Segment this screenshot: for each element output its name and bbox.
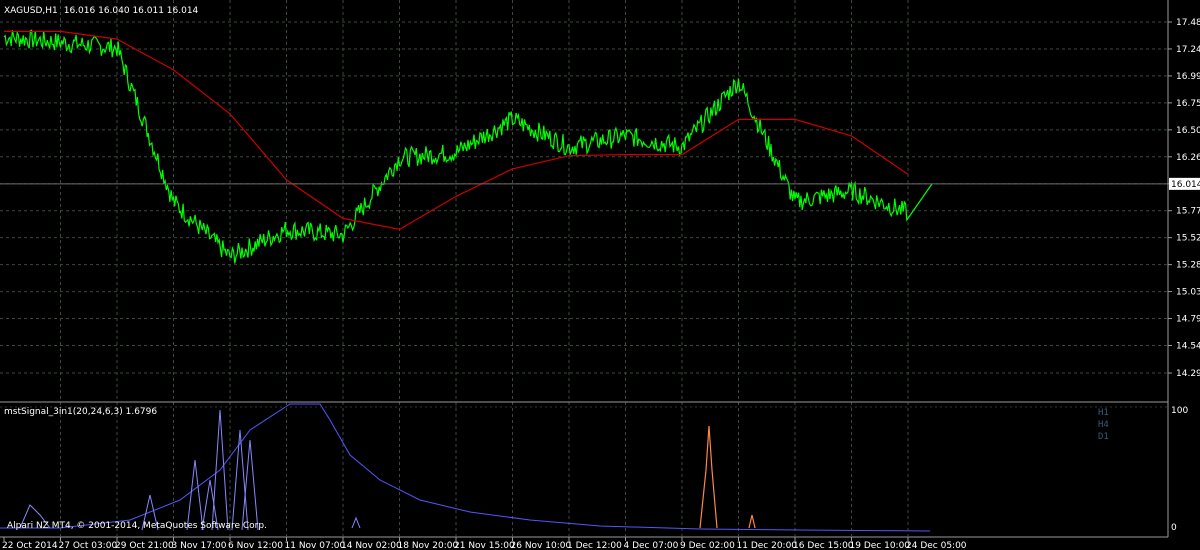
time-tick-label: 21 Nov 15:00 [454, 541, 515, 550]
time-tick-label: 14 Nov 02:00 [341, 541, 402, 550]
timeframe-h4: H4 [1098, 420, 1109, 430]
time-tick-label: 26 Nov 10:00 [511, 541, 572, 550]
time-tick-label: 24 Dec 05:00 [906, 541, 967, 550]
price-tick-label: 16.750 [1176, 99, 1200, 109]
time-tick-label: 3 Nov 17:00 [172, 541, 227, 550]
indicator-axis-top: 100 [1171, 406, 1188, 416]
price-tick-label: 16.505 [1176, 126, 1200, 136]
timeframe-h1: H1 [1098, 408, 1109, 418]
time-tick-label: 18 Nov 20:00 [398, 541, 459, 550]
timeframe-d1: D1 [1098, 432, 1109, 442]
symbol-title: XAGUSD,H1 16.016 16.040 16.011 16.014 [4, 6, 199, 16]
time-tick-label: 27 Oct 03:00 [59, 541, 118, 550]
chart-window[interactable]: 17.485 17.240 16.995 16.750 16.505 16.260 16.0… [0, 0, 1200, 550]
indicator-title: mstSignal_3in1(20,24,6,3) 1.6796 [4, 407, 157, 417]
time-tick-label: 16 Dec 15:00 [793, 541, 854, 550]
time-tick-label: 4 Dec 07:00 [624, 541, 679, 550]
time-tick-label: 9 Dec 02:00 [680, 541, 735, 550]
price-tick-label: 15.525 [1176, 234, 1200, 244]
price-tick-label: 15.280 [1176, 261, 1200, 271]
time-tick-label: 29 Oct 21:00 [115, 541, 174, 550]
indicator-axis-bottom: 0 [1171, 523, 1177, 533]
price-tick-label: 15.770 [1176, 207, 1200, 217]
time-tick-label: 11 Nov 07:00 [285, 541, 346, 550]
price-tick-label: 17.240 [1176, 45, 1200, 55]
copyright-text: Alpari NZ MT4, © 2001-2014, MetaQuotes S… [7, 521, 267, 531]
time-tick-label: 22 Oct 2014 [2, 541, 58, 550]
time-tick-label: 1 Dec 12:00 [567, 541, 622, 550]
price-tick-label: 17.485 [1176, 18, 1200, 28]
time-tick-label: 19 Dec 10:00 [850, 541, 911, 550]
price-tick-label: 14.295 [1176, 369, 1200, 379]
current-price-label: 16.014 [1171, 180, 1200, 190]
price-tick-label: 15.035 [1176, 288, 1200, 298]
price-tick-label: 14.545 [1176, 341, 1200, 351]
price-tick-label: 14.790 [1176, 315, 1200, 325]
time-tick-label: 11 Dec 20:00 [737, 541, 798, 550]
price-tick-label: 16.260 [1176, 153, 1200, 163]
time-tick-label: 6 Nov 12:00 [228, 541, 283, 550]
price-tick-label: 16.995 [1176, 72, 1200, 82]
